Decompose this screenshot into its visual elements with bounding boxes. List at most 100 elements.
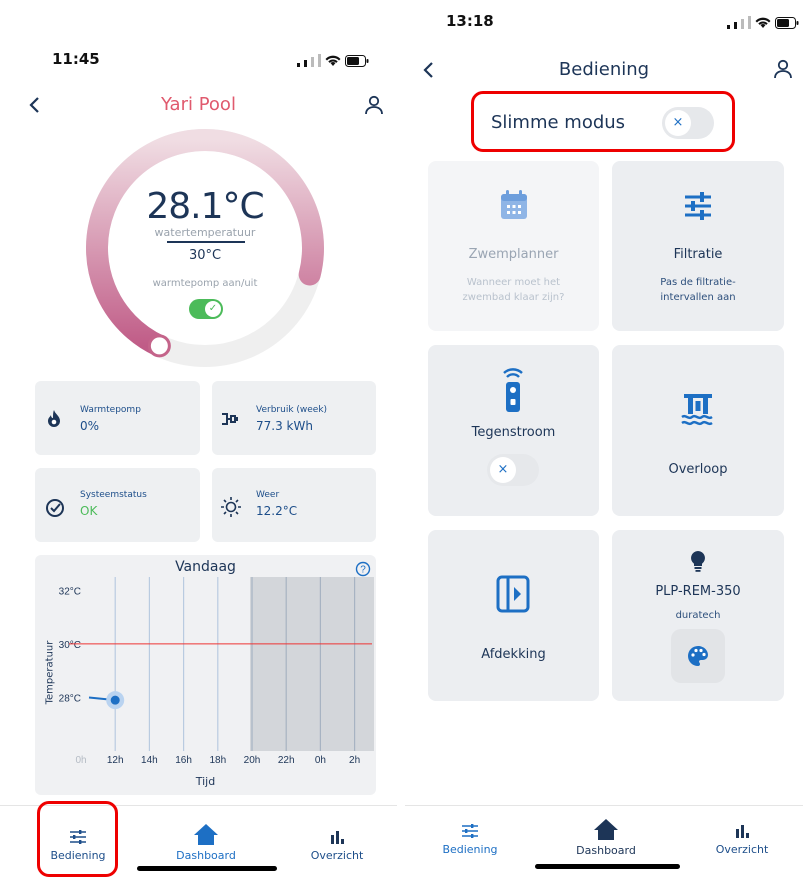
chart-xlabel: Tijd [195,775,216,788]
tile-tegenstroom-label: Tegenstroom [471,425,556,440]
status-time: 13:18 [446,12,494,30]
series-point [110,695,120,705]
tile-filtratie[interactable]: Filtratie Pas de filtratie- intervallen … [612,161,784,331]
tile-lamp-label: PLP-REM-350 [655,584,741,599]
remote-icon [503,368,523,412]
tile-zwemplanner-sub2: zwembad klaar zijn? [462,292,565,303]
palette-icon [688,646,708,666]
y-tick-label: 32°C [59,586,81,597]
night-shading [250,577,374,751]
bar-chart-icon [331,831,344,844]
tile-overloop-label: Overloop [668,462,728,477]
check-circle-icon [46,499,64,517]
x-tick-label: 12h [107,755,124,766]
heatpump-toggle[interactable]: ✓ [189,299,223,319]
tile-zwemplanner-label: Zwemplanner [468,247,559,262]
status-time: 11:45 [52,50,100,68]
tile-afdekking[interactable]: Afdekking [428,530,599,701]
nav-overzicht-label: Overzicht [310,849,364,862]
user-icon[interactable] [773,59,793,79]
card-usage-value: 77.3 kWh [256,419,313,433]
card-system-status-label: Systeemstatus [80,490,147,500]
tile-filtratie-sub2: intervallen aan [660,292,736,303]
nav-bediening-label: Bediening [442,843,498,856]
card-weather[interactable]: Weer 12.2°C [212,468,376,542]
tile-tegenstroom[interactable]: Tegenstroom × [428,345,599,516]
card-usage-label: Verbruik (week) [256,405,328,415]
dashboard-screen: 11:45 Yari Pool 28.1°C watertemperatuur … [0,0,397,878]
wifi-icon [755,17,771,28]
tegenstroom-toggle[interactable]: × [487,454,539,486]
water-temperature-label: watertemperatuur [154,226,256,239]
close-icon: × [490,457,516,483]
tile-lamp[interactable]: PLP-REM-350 duratech [612,530,784,701]
nav-overzicht-label: Overzicht [715,843,769,856]
home-indicator [535,864,680,869]
nav-overzicht[interactable]: Overzicht [306,828,368,862]
nav-divider [405,805,803,806]
x-tick-label: 16h [175,755,192,766]
tile-filtratie-sub1: Pas de filtratie- [660,277,736,288]
highlight-bediening [37,801,118,877]
page-title: Yari Pool [161,94,236,115]
card-heatpump[interactable]: Warmtepomp 0% [35,381,200,455]
x-tick-label: 20h [244,755,261,766]
card-system-status[interactable]: Systeemstatus OK [35,468,200,542]
nav-dashboard[interactable]: Dashboard [170,822,242,862]
tile-overloop[interactable]: Overloop [612,345,784,516]
nav-dashboard-label: Dashboard [176,849,236,862]
status-icons [297,54,369,67]
color-palette-button[interactable] [671,629,725,683]
overflow-pool-icon [681,394,713,426]
bar-chart-icon [736,825,749,838]
sliders-icon [462,824,478,838]
card-system-status-value: OK [80,504,98,518]
highlight-smart-mode [471,91,735,152]
chart-ylabel: Temperatuur [44,640,56,705]
x-tick-label: 18h [209,755,226,766]
nav-bediening[interactable]: Bediening [439,822,501,856]
status-icons [727,16,799,29]
home-icon [194,824,218,845]
tile-filtratie-label: Filtratie [673,247,723,262]
nav-overzicht[interactable]: Overzicht [711,822,773,856]
page-title: Bediening [558,59,650,80]
tile-zwemplanner[interactable]: Zwemplanner Wanneer moet het zwembad kla… [428,161,599,331]
tile-afdekking-label: Afdekking [481,647,546,662]
x-tick-label: 2h [349,755,360,766]
home-indicator [137,866,277,871]
today-chart-card: Vandaag ? 32°C 30°C 28°C 0h 12h 14h 16h 18h 20h 2… [35,555,376,795]
battery-icon [775,17,799,29]
lightbulb-icon [691,551,705,572]
y-tick-label: 28°C [59,693,81,704]
wifi-icon [325,55,341,66]
card-heatpump-label: Warmtepomp [80,405,141,415]
water-temperature: 28.1°C [146,186,264,227]
cover-icon [496,575,530,613]
y-tick-label: 30°C [59,640,81,651]
x-tick-label: 22h [278,755,295,766]
card-heatpump-value: 0% [80,419,100,433]
calendar-icon [501,190,527,219]
tile-lamp-sub: duratech [675,610,721,621]
gauge-handle [147,334,171,358]
check-icon: ✓ [205,301,221,317]
gauge-divider [167,241,245,243]
card-usage[interactable]: Verbruik (week) 77.3 kWh [212,381,376,455]
nav-dashboard[interactable]: Dashboard [568,817,644,857]
sliders-icon [685,192,711,220]
plug-icon [222,413,238,425]
x-tick-label: 0h [315,755,326,766]
sun-icon [221,497,241,517]
battery-icon [345,55,369,67]
target-temperature[interactable]: 30°C [0,248,397,263]
card-weather-value: 12.2°C [256,504,298,518]
card-weather-label: Weer [256,490,280,500]
home-icon [594,819,618,840]
tile-zwemplanner-sub1: Wanneer moet het [466,277,561,288]
user-icon[interactable] [364,95,384,115]
x-tick-label: 0h [75,755,86,766]
controls-screen: 13:18 Bediening Slimme modus × Zwemplann… [405,0,803,878]
temperature-chart: 32°C 30°C 28°C 0h 12h 14h 16h 18h 20h 22h 0h 2h [59,577,374,766]
flame-icon [48,410,60,427]
